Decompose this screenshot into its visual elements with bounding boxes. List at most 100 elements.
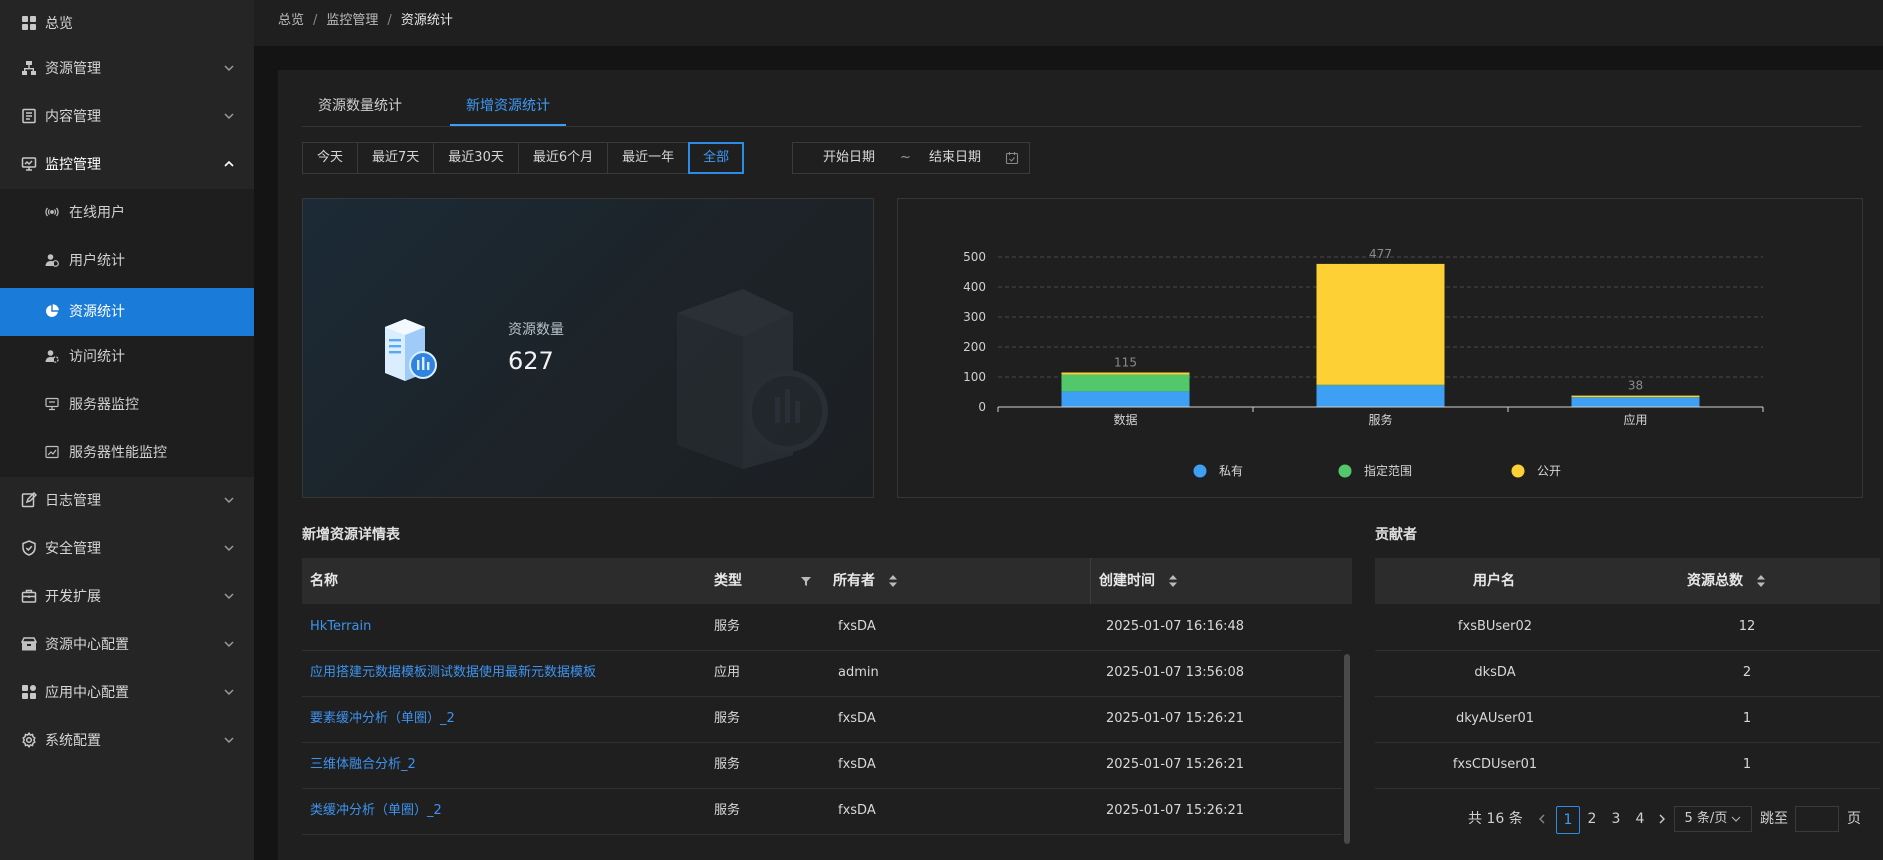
detail-table-title: 新增资源详情表 bbox=[302, 527, 400, 543]
table-scrollbar[interactable] bbox=[1344, 654, 1350, 844]
sidebar-subitem-resource-stats[interactable]: 资源统计 bbox=[0, 288, 254, 336]
sidebar-item-label: 安全管理 bbox=[45, 541, 101, 557]
sort-icon[interactable] bbox=[1168, 574, 1178, 588]
sidebar-item-resource-management[interactable]: 资源管理 bbox=[0, 45, 254, 93]
breadcrumb-parent[interactable]: 监控管理 bbox=[326, 11, 378, 31]
sidebar-subitem-access-stats[interactable]: 访问统计 bbox=[0, 333, 254, 381]
sort-icon[interactable] bbox=[1756, 574, 1766, 588]
contributor-username-cell: fxsBUser02 bbox=[1457, 619, 1533, 634]
contributors-pagination: 共 16 条 1 2 3 4 5 条/页 跳至 页 bbox=[1468, 806, 1880, 834]
pagination-page-3[interactable]: 3 bbox=[1606, 806, 1626, 832]
sidebar-item-overview[interactable]: 总览 bbox=[0, 0, 254, 48]
bar-segment bbox=[1061, 372, 1190, 375]
sidebar-item-dev-extension[interactable]: 开发扩展 bbox=[0, 573, 254, 621]
sidebar-subitem-server-monitor[interactable]: 服务器监控 bbox=[0, 381, 254, 429]
chevron-down-icon bbox=[224, 545, 234, 551]
resource-name-link[interactable]: HkTerrain bbox=[310, 604, 371, 650]
filter-icon[interactable] bbox=[800, 575, 812, 587]
stacked-bar-chart: 0 100 200 300 400 500 数据 服务 应用 115 477 38 私有 指定范围 公… bbox=[963, 247, 1764, 478]
document-icon bbox=[22, 108, 36, 124]
y-tick-label: 500 bbox=[963, 250, 986, 264]
legend-marker bbox=[1338, 464, 1352, 478]
range-1year-button[interactable]: 最近一年 bbox=[607, 142, 690, 174]
tab-resource-count[interactable]: 资源数量统计 bbox=[302, 86, 418, 126]
sidebar-item-app-center-config[interactable]: 应用中心配置 bbox=[0, 669, 254, 717]
y-tick-label: 200 bbox=[963, 340, 986, 354]
bar-total-label: 477 bbox=[1369, 247, 1392, 261]
pagination-page-4[interactable]: 4 bbox=[1630, 806, 1650, 832]
range-7days-button[interactable]: 最近7天 bbox=[357, 142, 435, 174]
bar-segment bbox=[1316, 385, 1445, 407]
bar-total-label: 38 bbox=[1628, 379, 1643, 393]
range-all-button[interactable]: 全部 bbox=[688, 142, 745, 174]
breadcrumb-separator: / bbox=[387, 13, 392, 28]
breadcrumb-root[interactable]: 总览 bbox=[278, 11, 304, 31]
chevron-down-icon bbox=[224, 689, 234, 695]
toolbox-icon bbox=[21, 589, 37, 603]
pagination-jump-input[interactable] bbox=[1795, 806, 1839, 832]
contributor-username-cell: dksDA bbox=[1474, 665, 1516, 680]
sort-icon[interactable] bbox=[888, 574, 898, 588]
end-date-input[interactable]: 结束日期 bbox=[929, 148, 981, 168]
contributor-username-cell: fxsCDUser01 bbox=[1452, 757, 1538, 772]
chevron-down-icon bbox=[1732, 816, 1741, 822]
table-row: dkyAUser01 1 bbox=[1375, 696, 1880, 743]
page-size-select[interactable]: 5 条/页 bbox=[1674, 806, 1752, 832]
sidebar-subitem-server-performance[interactable]: 服务器性能监控 bbox=[0, 429, 254, 477]
pagination-page-2[interactable]: 2 bbox=[1582, 806, 1602, 832]
resource-name-link[interactable]: 三维体融合分析_2 bbox=[310, 742, 416, 788]
bar-segment bbox=[1061, 391, 1190, 407]
pagination-page-1[interactable]: 1 bbox=[1556, 806, 1580, 834]
x-tick-label: 服务 bbox=[1368, 412, 1392, 427]
sidebar-item-monitoring[interactable]: 监控管理 bbox=[0, 141, 254, 189]
sidebar-item-log-management[interactable]: 日志管理 bbox=[0, 477, 254, 525]
table-row: dksDA 2 bbox=[1375, 650, 1880, 697]
range-6months-button[interactable]: 最近6个月 bbox=[517, 142, 609, 174]
summary-value: 627 bbox=[508, 347, 554, 375]
sidebar-item-content-management[interactable]: 内容管理 bbox=[0, 93, 254, 141]
y-tick-label: 0 bbox=[978, 400, 986, 414]
sitemap-icon bbox=[22, 61, 36, 75]
y-tick-label: 400 bbox=[963, 280, 986, 294]
column-header-created[interactable]: 创建时间 bbox=[1099, 558, 1178, 604]
pagination-jump-label: 跳至 bbox=[1760, 811, 1788, 827]
resource-name-link[interactable]: 要素缓冲分析（单圈）_2 bbox=[310, 696, 455, 742]
sidebar-subitem-online-users[interactable]: 在线用户 bbox=[0, 189, 254, 237]
range-30days-button[interactable]: 最近30天 bbox=[433, 142, 519, 174]
contributors-title: 贡献者 bbox=[1375, 527, 1417, 543]
chevron-down-icon bbox=[224, 593, 234, 599]
sidebar-subitem-label: 服务器性能监控 bbox=[69, 445, 167, 461]
tab-new-resources[interactable]: 新增资源统计 bbox=[450, 86, 566, 126]
edit-icon bbox=[21, 492, 37, 508]
user-stat-icon bbox=[45, 254, 59, 267]
column-header-resource-total[interactable]: 资源总数 bbox=[1687, 558, 1766, 604]
sidebar-item-resource-center-config[interactable]: 资源中心配置 bbox=[0, 621, 254, 669]
sidebar-subitem-label: 访问统计 bbox=[69, 349, 125, 365]
resource-owner-cell: fxsDA bbox=[838, 619, 876, 634]
range-today-button[interactable]: 今天 bbox=[302, 142, 359, 174]
resource-created-cell: 2025-01-07 16:16:48 bbox=[1106, 619, 1245, 634]
resource-type-cell: 服务 bbox=[714, 619, 741, 634]
user-gear-icon bbox=[45, 350, 59, 363]
contributors-table: 用户名 资源总数 fxsBUser02 12 dksDA 2 dkyAUser01 1 fx… bbox=[1375, 558, 1880, 806]
column-header-created-label: 创建时间 bbox=[1099, 573, 1155, 589]
table-row: 要素缓冲分析（单圈）_2 服务 fxsDA 2025-01-07 15:26:21 bbox=[302, 696, 1342, 743]
y-tick-label: 100 bbox=[963, 370, 986, 384]
sidebar-subitem-user-stats[interactable]: 用户统计 bbox=[0, 237, 254, 285]
chevron-right-icon[interactable] bbox=[1656, 813, 1668, 825]
sidebar-item-system-config[interactable]: 系统配置 bbox=[0, 717, 254, 765]
column-header-owner[interactable]: 所有者 bbox=[833, 558, 898, 604]
sidebar-item-security-management[interactable]: 安全管理 bbox=[0, 525, 254, 573]
date-range-picker[interactable]: 开始日期 ~ 结束日期 bbox=[792, 142, 1030, 174]
table-row: 类缓冲分析（单圈）_2 服务 fxsDA 2025-01-07 15:26:21 bbox=[302, 788, 1342, 835]
resource-name-link[interactable]: 类缓冲分析（单圈）_2 bbox=[310, 788, 442, 834]
resource-name-link[interactable]: 应用搭建元数据模板测试数据使用最新元数据模板 bbox=[310, 650, 596, 696]
chevron-left-icon[interactable] bbox=[1536, 813, 1548, 825]
start-date-input[interactable]: 开始日期 bbox=[823, 148, 875, 168]
table-row: fxsCDUser01 1 bbox=[1375, 742, 1880, 789]
grid-icon bbox=[22, 16, 36, 30]
sidebar-subitem-label: 在线用户 bbox=[69, 205, 125, 221]
line-chart-icon bbox=[45, 445, 59, 459]
monitor-icon bbox=[21, 157, 37, 171]
column-header-name: 名称 bbox=[310, 573, 338, 589]
